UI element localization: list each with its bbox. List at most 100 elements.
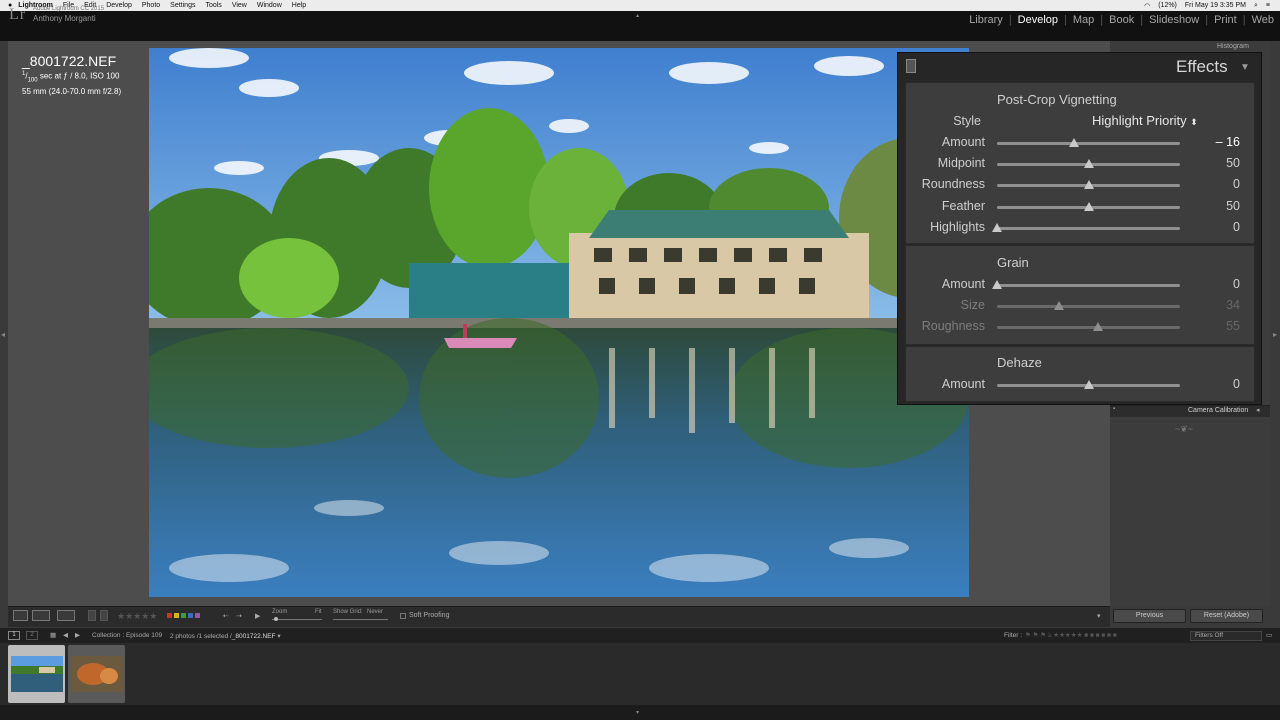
grain-amount-slider-thumb[interactable] <box>992 280 1002 289</box>
vignette-amount-slider[interactable] <box>997 142 1180 145</box>
filmstrip-thumbnail-lake[interactable] <box>11 656 63 692</box>
vignette-roundness-slider-thumb[interactable] <box>1083 180 1094 190</box>
forward-arrow-icon[interactable]: ▶ <box>75 631 80 639</box>
vignette-feather-value[interactable]: 50 <box>1200 199 1240 213</box>
reset-button[interactable]: Reset (Adobe) <box>1190 609 1263 623</box>
collapse-arrow-icon[interactable]: ◂ <box>1256 406 1260 414</box>
vignette-feather-slider-thumb[interactable] <box>1083 201 1094 211</box>
vignette-amount-value[interactable]: – 16 <box>1200 135 1240 149</box>
zoom-slider-thumb[interactable] <box>274 617 278 621</box>
previous-button[interactable]: Previous <box>1113 609 1186 623</box>
dehaze-amount-slider-thumb[interactable] <box>1083 380 1094 389</box>
menu-view[interactable]: View <box>232 0 247 11</box>
collection-source[interactable]: Collection : Episode 109 <box>92 632 162 639</box>
filter-lock-icon[interactable]: ▭ <box>1266 631 1272 639</box>
module-library[interactable]: Library <box>963 14 1009 26</box>
grain-size-value[interactable]: 34 <box>1200 298 1240 312</box>
module-print[interactable]: Print <box>1208 14 1243 26</box>
search-icon[interactable]: ⌕ <box>1254 2 1258 10</box>
color-label-purple[interactable] <box>195 613 200 618</box>
grain-amount-label[interactable]: Amount <box>905 277 985 291</box>
wifi-icon[interactable]: ◠ <box>1144 2 1150 10</box>
vignette-highlights-slider[interactable] <box>997 226 1180 230</box>
histogram-label[interactable]: Histogram <box>1217 43 1249 50</box>
vignette-feather-label[interactable]: Feather <box>905 199 985 213</box>
color-label-red[interactable] <box>167 613 172 618</box>
selection-count[interactable]: 2 photos /1 selected /_8001722.NEF ▾ <box>170 632 281 640</box>
next-photo-icon[interactable]: ⇢ <box>236 612 242 620</box>
grain-roughness-label[interactable]: Roughness <box>905 319 985 333</box>
grain-size-slider[interactable] <box>997 305 1180 309</box>
effects-title[interactable]: Effects <box>1176 57 1228 77</box>
photo-info-overlay: _8001722.NEF 1/100 sec at ƒ / 8.0, ISO 1… <box>22 53 121 97</box>
module-develop[interactable]: Develop <box>1012 14 1064 26</box>
vignette-midpoint-value[interactable]: 50 <box>1200 156 1240 170</box>
module-slideshow[interactable]: Slideshow <box>1143 14 1205 26</box>
grain-amount-value[interactable]: 0 <box>1200 277 1240 291</box>
vignette-amount-label[interactable]: Amount <box>905 135 985 149</box>
flag-icon[interactable] <box>88 610 96 621</box>
clock[interactable]: Fri May 19 3:35 PM <box>1185 2 1246 9</box>
menu-window[interactable]: Window <box>257 0 282 11</box>
battery-status[interactable]: (12%) <box>1158 2 1177 9</box>
loupe-view-icon[interactable] <box>13 610 28 621</box>
grain-roughness-slider[interactable] <box>997 326 1180 330</box>
vignette-amount-slider-thumb[interactable] <box>1068 138 1079 147</box>
dehaze-amount-value[interactable]: 0 <box>1200 377 1240 391</box>
notification-icon[interactable]: ≡ <box>1266 2 1270 9</box>
grid-slider[interactable] <box>333 619 388 620</box>
menu-help[interactable]: Help <box>292 0 306 11</box>
vignette-highlights-label[interactable]: Highlights <box>905 220 985 234</box>
before-after-options-icon[interactable] <box>57 610 75 621</box>
show-grid-value[interactable]: Never <box>367 609 383 615</box>
vignette-midpoint-label[interactable]: Midpoint <box>905 156 985 170</box>
reject-flag-icon[interactable] <box>100 610 108 621</box>
grain-roughness-slider-thumb[interactable] <box>1092 322 1103 332</box>
dehaze-amount-label[interactable]: Amount <box>905 377 985 391</box>
vignette-highlights-value[interactable]: 0 <box>1200 220 1240 234</box>
back-arrow-icon[interactable]: ◀ <box>63 631 68 639</box>
bottom-panel-toggle-icon[interactable]: ▾ <box>636 709 639 716</box>
vignette-roundness-label[interactable]: Roundness <box>905 177 985 191</box>
style-dropdown[interactable]: Highlight Priority ⬍ <box>1092 113 1198 128</box>
module-web[interactable]: Web <box>1246 14 1280 26</box>
color-label-yellow[interactable] <box>174 613 179 618</box>
effects-panel-switch[interactable] <box>906 59 916 73</box>
photo-preview[interactable] <box>149 48 969 597</box>
zoom-slider[interactable] <box>272 619 322 620</box>
color-label-blue[interactable] <box>188 613 193 618</box>
soft-proofing-checkbox[interactable] <box>400 613 406 619</box>
vignette-midpoint-slider-thumb[interactable] <box>1083 159 1094 169</box>
play-icon[interactable]: ▶ <box>255 612 260 620</box>
collapse-triangle-icon[interactable]: ▼ <box>1240 62 1250 73</box>
top-panel-toggle-icon[interactable]: ▴ <box>636 12 639 19</box>
bottom-panel-strip <box>0 705 1280 720</box>
panel-toggle-icon[interactable]: ▪ <box>1113 406 1115 412</box>
menu-tools[interactable]: Tools <box>205 0 221 11</box>
grain-size-label[interactable]: Size <box>905 298 985 312</box>
page-2-button[interactable]: 2 <box>26 631 38 640</box>
vignette-roundness-value[interactable]: 0 <box>1200 177 1240 191</box>
star-rating[interactable]: ★★★★★ <box>117 611 157 622</box>
vignette-highlights-slider-thumb[interactable] <box>992 222 1002 232</box>
grain-size-slider-thumb[interactable] <box>1054 301 1065 311</box>
left-panel-toggle-icon[interactable]: ◂ <box>1 330 5 339</box>
filter-stars[interactable]: ⚑ ⚑ ⚑ ≥ ★★★★★ ■ ■ ■ ■ ■ ■ <box>1025 631 1117 639</box>
camera-calibration-label[interactable]: Camera Calibration <box>1188 407 1248 414</box>
color-label-green[interactable] <box>181 613 186 618</box>
prev-photo-icon[interactable]: ⇠ <box>223 612 229 620</box>
page-1-button[interactable]: 1 <box>8 631 20 640</box>
toolbar-menu-icon[interactable]: ▾ <box>1097 612 1101 620</box>
grain-amount-slider[interactable] <box>997 284 1180 287</box>
module-map[interactable]: Map <box>1067 14 1100 26</box>
zoom-value[interactable]: Fit <box>315 609 322 615</box>
menu-develop[interactable]: Develop <box>106 0 132 11</box>
before-after-icon[interactable] <box>32 610 50 621</box>
filmstrip-thumbnail-tiger[interactable] <box>71 656 123 692</box>
module-book[interactable]: Book <box>1103 14 1140 26</box>
grid-view-icon[interactable]: ▦ <box>50 631 56 639</box>
menu-settings[interactable]: Settings <box>170 0 195 11</box>
menu-photo[interactable]: Photo <box>142 0 160 11</box>
right-panel-toggle-icon[interactable]: ▸ <box>1273 330 1277 339</box>
grain-roughness-value[interactable]: 55 <box>1200 319 1240 333</box>
